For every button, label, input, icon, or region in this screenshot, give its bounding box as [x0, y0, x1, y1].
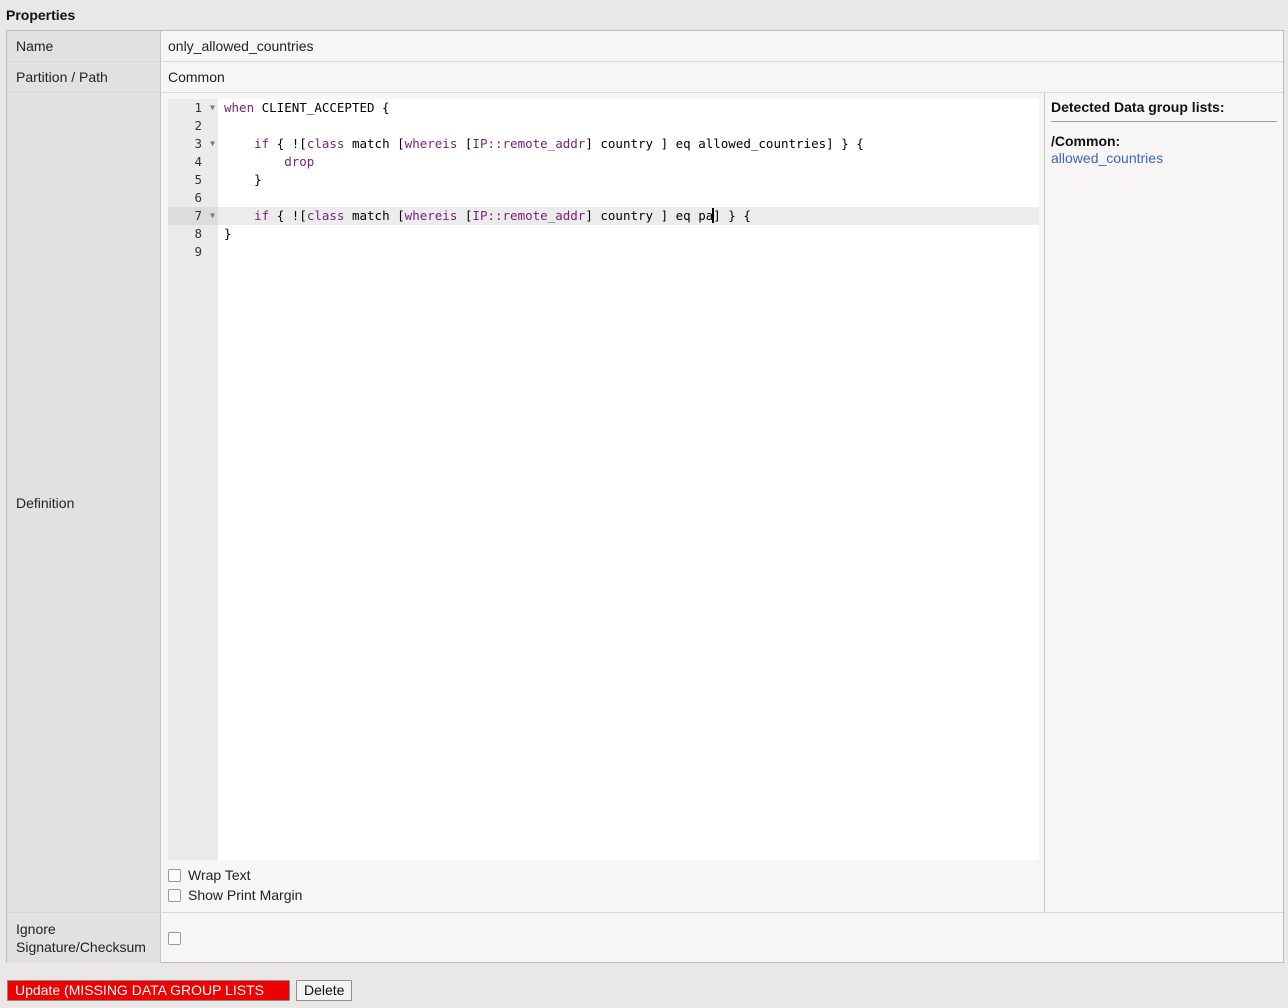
definition-label: Definition	[7, 93, 161, 912]
code-line[interactable]	[218, 117, 1039, 135]
fold-arrow-icon[interactable]: ▼	[210, 99, 215, 117]
print-margin-option[interactable]: Show Print Margin	[168, 885, 302, 905]
code-line[interactable]: }	[218, 171, 1039, 189]
wrap-text-label: Wrap Text	[188, 867, 251, 883]
code-line[interactable]	[218, 189, 1039, 207]
delete-button[interactable]: Delete	[296, 980, 353, 1001]
detected-partition: /Common:	[1051, 133, 1121, 149]
editor-code-area[interactable]: when CLIENT_ACCEPTED { if { ![class matc…	[218, 99, 1039, 860]
print-margin-label: Show Print Margin	[188, 887, 303, 903]
code-line[interactable]: if { ![class match [whereis [IP::remote_…	[218, 135, 1039, 153]
code-editor[interactable]: 1 ▼ 2 3 ▼ 4 5 6 7 ▼ 8 9 when CLIENT_ACCEPTE…	[168, 99, 1039, 860]
line-number: 8	[194, 226, 202, 241]
line-number: 4	[194, 154, 202, 169]
code-line[interactable]	[218, 243, 1039, 261]
line-number: 5	[194, 172, 202, 187]
line-number: 2	[194, 118, 202, 133]
line-number-active: 7 ▼	[168, 207, 218, 225]
partition-path-row: Partition / Path Common	[7, 62, 1283, 93]
wrap-text-option[interactable]: Wrap Text	[168, 865, 302, 885]
editor-options: Wrap Text Show Print Margin	[168, 865, 302, 905]
fold-arrow-icon[interactable]: ▼	[210, 135, 215, 153]
data-group-link[interactable]: allowed_countries	[1051, 150, 1277, 166]
section-title: Properties	[6, 7, 76, 23]
text-cursor	[712, 208, 715, 223]
partition-path-value: Common	[168, 69, 225, 85]
line-number: 3 ▼	[194, 135, 215, 153]
code-line[interactable]: when CLIENT_ACCEPTED {	[218, 99, 1039, 117]
ignore-signature-row: Ignore Signature/Checksum	[7, 913, 1283, 963]
ignore-signature-label: Ignore Signature/Checksum	[7, 913, 161, 963]
ignore-signature-checkbox[interactable]	[168, 932, 181, 945]
line-number: 9	[194, 244, 202, 259]
detected-title: Detected Data group lists:	[1051, 99, 1277, 122]
code-line-active[interactable]: if { ![class match [whereis [IP::remote_…	[218, 207, 1039, 225]
wrap-text-checkbox[interactable]	[168, 868, 181, 882]
partition-path-label: Partition / Path	[7, 62, 161, 92]
update-button[interactable]: Update (MISSING DATA GROUP LISTS	[7, 980, 290, 1001]
code-line[interactable]: }	[218, 225, 1039, 243]
name-value: only_allowed_countries	[168, 38, 314, 54]
line-number: 6	[194, 190, 202, 205]
editor-gutter: 1 ▼ 2 3 ▼ 4 5 6 7 ▼ 8 9	[168, 99, 218, 860]
name-row: Name only_allowed_countries	[7, 31, 1283, 62]
code-line[interactable]: drop	[218, 153, 1039, 171]
line-number: 1 ▼	[194, 99, 215, 117]
print-margin-checkbox[interactable]	[168, 888, 181, 902]
name-label: Name	[7, 31, 161, 61]
detected-data-groups-panel: Detected Data group lists: /Common: allo…	[1044, 93, 1283, 913]
properties-table: Name only_allowed_countries Partition / …	[6, 30, 1284, 963]
fold-arrow-icon[interactable]: ▼	[210, 207, 215, 225]
